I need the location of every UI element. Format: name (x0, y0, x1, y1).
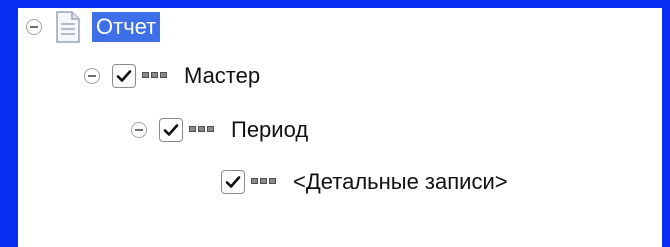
checkmark-icon (116, 70, 132, 82)
grouping-icon (142, 67, 172, 85)
node-checkbox[interactable] (112, 64, 136, 88)
tree-node-label[interactable]: Отчет (92, 12, 161, 42)
collapse-icon[interactable] (131, 122, 147, 138)
report-structure-tree: Отчет Мастер Период <Детальные записи> (18, 8, 662, 247)
tree-node-detail-records[interactable]: <Детальные записи> (221, 165, 508, 199)
window-frame: Отчет Мастер Период <Детальные записи> (0, 0, 670, 247)
grouping-icon (189, 121, 219, 139)
grouping-icon (251, 173, 281, 191)
node-checkbox[interactable] (159, 118, 183, 142)
tree-node-master[interactable]: Мастер (84, 59, 260, 93)
collapse-icon[interactable] (26, 19, 42, 35)
node-checkbox[interactable] (221, 170, 245, 194)
report-document-icon (56, 11, 80, 43)
collapse-icon[interactable] (84, 68, 100, 84)
tree-node-label[interactable]: Период (231, 113, 308, 147)
checkmark-icon (163, 124, 179, 136)
checkmark-icon (225, 176, 241, 188)
tree-node-label[interactable]: <Детальные записи> (293, 165, 508, 199)
tree-node-period[interactable]: Период (131, 113, 308, 147)
tree-node-label[interactable]: Мастер (184, 59, 260, 93)
tree-node-report[interactable]: Отчет (26, 10, 161, 44)
